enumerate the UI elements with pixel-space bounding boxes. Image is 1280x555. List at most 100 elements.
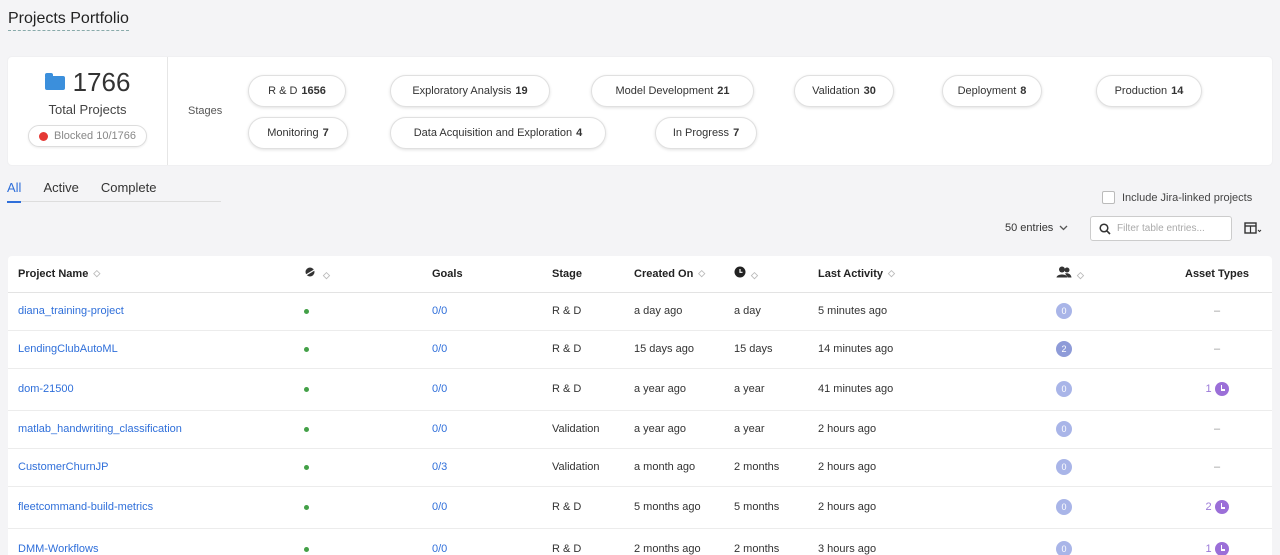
project-name-link[interactable]: matlab_handwriting_classification xyxy=(18,423,182,435)
project-name-link[interactable]: diana_training-project xyxy=(18,305,124,317)
status-icon xyxy=(305,267,317,277)
tab-active[interactable]: Active xyxy=(43,180,78,203)
sort-icon: ◇ xyxy=(93,268,101,279)
asset-types-cell: – xyxy=(1162,330,1272,369)
duration-cell: a day xyxy=(724,292,808,331)
created-cell: a month ago xyxy=(624,448,724,487)
stage-name: R & D xyxy=(268,85,298,97)
last-activity-cell: 5 minutes ago xyxy=(808,292,1046,331)
stage-count: 7 xyxy=(733,127,740,139)
stage-name: In Progress xyxy=(672,127,730,139)
entries-dropdown[interactable]: 50 entries xyxy=(1005,222,1068,234)
asset-types-cell: – xyxy=(1162,292,1272,331)
created-cell: 5 months ago xyxy=(624,486,724,529)
blocked-label: Blocked 10/1766 xyxy=(54,130,136,142)
table-row[interactable]: dom-21500 0/0 R & D a year ago a year 41… xyxy=(8,368,1272,411)
project-name-link[interactable]: dom-21500 xyxy=(18,383,74,395)
last-activity-cell: 41 minutes ago xyxy=(808,368,1046,411)
collaborators-badge[interactable]: 2 xyxy=(1056,341,1072,357)
created-cell: a year ago xyxy=(624,368,724,411)
header-collaborators[interactable]: ◇ xyxy=(1046,256,1162,293)
clock-icon xyxy=(734,266,746,278)
folder-icon xyxy=(44,72,65,90)
summary-card: 1766 Total Projects Blocked 10/1766 Stag… xyxy=(8,57,1272,165)
entries-label: 50 entries xyxy=(1005,222,1054,234)
collaborators-badge[interactable]: 0 xyxy=(1056,381,1072,397)
duration-cell: 15 days xyxy=(724,330,808,369)
goals-link[interactable]: 0/0 xyxy=(432,501,447,513)
asset-types-cell: – xyxy=(1162,410,1272,449)
stage-count: 19 xyxy=(515,85,528,97)
stage-cell: Validation xyxy=(542,448,624,487)
goals-link[interactable]: 0/3 xyxy=(432,461,447,473)
blocked-filter-button[interactable]: Blocked 10/1766 xyxy=(28,125,147,147)
tab-all[interactable]: All xyxy=(7,180,22,203)
collaborators-badge[interactable]: 0 xyxy=(1056,303,1072,319)
total-projects-block: 1766 Total Projects Blocked 10/1766 xyxy=(8,57,168,165)
stage-pill-exploratory-analysis[interactable]: Exploratory Analysis 19 xyxy=(390,75,550,107)
duration-cell: a year xyxy=(724,368,808,411)
stage-pill-data-acquisition[interactable]: Data Acquisition and Exploration 4 xyxy=(390,117,606,149)
header-project-name[interactable]: Project Name ◇ xyxy=(8,256,294,293)
last-activity-cell: 2 hours ago xyxy=(808,448,1046,487)
tabs: All Active Complete xyxy=(7,180,157,203)
table-header-row: Project Name ◇ ◇ Goals Stage Created On ◇ … xyxy=(8,256,1272,293)
stage-pill-deployment[interactable]: Deployment 8 xyxy=(942,75,1042,107)
filter-input[interactable] xyxy=(1117,223,1227,234)
header-created-on[interactable]: Created On ◇ xyxy=(624,256,724,293)
asset-types-cell[interactable]: 1 xyxy=(1162,528,1272,555)
asset-count: 1 xyxy=(1205,383,1212,395)
stage-pill-in-progress[interactable]: In Progress 7 xyxy=(655,117,757,149)
stage-pill-monitoring[interactable]: Monitoring 7 xyxy=(248,117,348,149)
jira-checkbox[interactable] xyxy=(1102,191,1115,204)
stage-pill-model-development[interactable]: Model Development 21 xyxy=(591,75,754,107)
collaborators-badge[interactable]: 0 xyxy=(1056,421,1072,437)
sort-icon: ◇ xyxy=(698,268,706,279)
last-activity-cell: 3 hours ago xyxy=(808,528,1046,555)
header-last-activity[interactable]: Last Activity ◇ xyxy=(808,256,1046,293)
chevron-down-icon xyxy=(1059,225,1068,231)
stage-name: Deployment xyxy=(957,85,1017,97)
status-dot xyxy=(304,505,309,510)
goals-link[interactable]: 0/0 xyxy=(432,383,447,395)
project-name-link[interactable]: LendingClubAutoML xyxy=(18,343,118,355)
stage-pill-validation[interactable]: Validation 30 xyxy=(794,75,894,107)
header-duration[interactable]: ◇ xyxy=(724,256,808,293)
table-row[interactable]: fleetcommand-build-metrics 0/0 R & D 5 m… xyxy=(8,486,1272,529)
collaborators-badge[interactable]: 0 xyxy=(1056,459,1072,475)
duration-cell: 5 months xyxy=(724,486,808,529)
goals-link[interactable]: 0/0 xyxy=(432,423,447,435)
goals-link[interactable]: 0/0 xyxy=(432,343,447,355)
duration-cell: 2 months xyxy=(724,448,808,487)
asset-types-cell[interactable]: 2 xyxy=(1162,486,1272,529)
stage-count: 4 xyxy=(576,127,583,139)
stage-cell: R & D xyxy=(542,330,624,369)
table-row[interactable]: matlab_handwriting_classification 0/0 Va… xyxy=(8,410,1272,449)
table-row[interactable]: LendingClubAutoML 0/0 R & D 15 days ago … xyxy=(8,330,1272,369)
tab-complete[interactable]: Complete xyxy=(101,180,157,203)
table-row[interactable]: DMM-Workflows 0/0 R & D 2 months ago 2 m… xyxy=(8,528,1272,555)
stage-pill-production[interactable]: Production 14 xyxy=(1096,75,1202,107)
status-dot xyxy=(304,387,309,392)
projects-table: Project Name ◇ ◇ Goals Stage Created On ◇ … xyxy=(8,256,1272,555)
include-jira-toggle[interactable]: Include Jira-linked projects xyxy=(1102,191,1252,204)
stage-cell: R & D xyxy=(542,528,624,555)
table-row[interactable]: diana_training-project 0/0 R & D a day a… xyxy=(8,292,1272,331)
collaborators-badge[interactable]: 0 xyxy=(1056,541,1072,555)
header-status[interactable]: ◇ xyxy=(294,256,422,293)
blocked-status-icon xyxy=(39,131,49,141)
collaborators-badge[interactable]: 0 xyxy=(1056,499,1072,515)
project-name-link[interactable]: fleetcommand-build-metrics xyxy=(18,501,153,513)
project-name-link[interactable]: CustomerChurnJP xyxy=(18,461,108,473)
asset-types-cell[interactable]: 1 xyxy=(1162,368,1272,411)
jira-label: Include Jira-linked projects xyxy=(1122,191,1253,204)
stage-name: Validation xyxy=(812,85,860,97)
users-icon xyxy=(1056,266,1072,278)
sort-icon: ◇ xyxy=(323,269,330,280)
project-name-link[interactable]: DMM-Workflows xyxy=(18,543,98,555)
stage-pill-rd[interactable]: R & D 1656 xyxy=(248,75,346,107)
goals-link[interactable]: 0/0 xyxy=(432,305,447,317)
goals-link[interactable]: 0/0 xyxy=(432,543,447,555)
table-row[interactable]: CustomerChurnJP 0/3 Validation a month a… xyxy=(8,448,1272,487)
column-toggle-button[interactable] xyxy=(1244,221,1262,237)
